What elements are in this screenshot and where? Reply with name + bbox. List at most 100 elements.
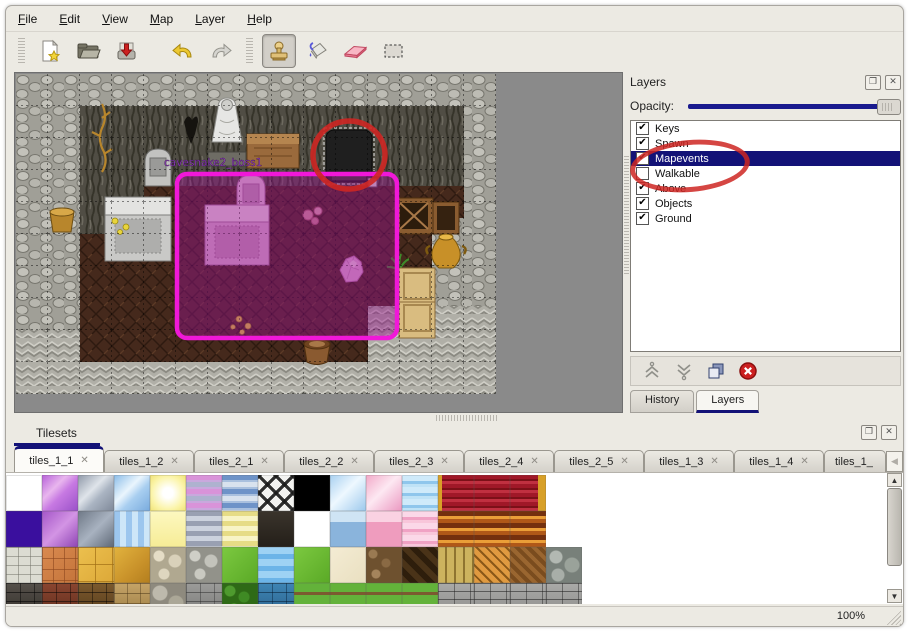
tab-close-icon[interactable]: ✕	[350, 456, 358, 467]
tab-close-icon[interactable]: ✕	[530, 456, 538, 467]
panel-close-icon[interactable]: ✕	[885, 75, 901, 90]
layer-row-above[interactable]: ✔Above	[631, 181, 900, 196]
tileset-tile[interactable]	[402, 511, 438, 547]
tileset-tile[interactable]	[366, 547, 402, 583]
tilesets-close-icon[interactable]: ✕	[881, 425, 897, 440]
tileset-tile[interactable]	[474, 475, 510, 511]
tileset-tile[interactable]	[474, 583, 510, 604]
tab-close-icon[interactable]: ✕	[800, 456, 808, 467]
delete-layer-button[interactable]	[737, 360, 759, 382]
tileset-tab-tiles_2_4[interactable]: tiles_2_4✕	[464, 450, 554, 472]
tileset-tab-tiles_2_1[interactable]: tiles_2_1✕	[194, 450, 284, 472]
tileset-tile[interactable]	[6, 583, 42, 604]
tileset-tab-tiles_1_1[interactable]: tiles_1_1✕	[14, 446, 104, 472]
layer-checkbox[interactable]	[636, 167, 649, 180]
tileset-tile[interactable]	[42, 547, 78, 583]
tileset-tile[interactable]	[258, 511, 294, 547]
tileset-tile[interactable]	[294, 475, 330, 511]
layer-checkbox[interactable]: ✔	[636, 137, 649, 150]
tileset-tile[interactable]	[330, 475, 366, 511]
layer-row-ground[interactable]: ✔Ground	[631, 211, 900, 226]
layer-checkbox[interactable]: ✔	[636, 182, 649, 195]
tileset-tile[interactable]	[294, 583, 330, 604]
tileset-tile[interactable]	[186, 475, 222, 511]
stamp-tool-button[interactable]	[262, 34, 296, 68]
scrollbar-thumb[interactable]	[887, 488, 902, 566]
tileset-tile[interactable]	[42, 583, 78, 604]
tileset-tile[interactable]	[114, 583, 150, 604]
tileset-tab-tiles_1_2[interactable]: tiles_1_2✕	[104, 450, 194, 472]
select-tool-button[interactable]	[378, 35, 410, 67]
layer-row-objects[interactable]: ✔Objects	[631, 196, 900, 211]
duplicate-layer-button[interactable]	[705, 360, 727, 382]
tileset-tile[interactable]	[474, 547, 510, 583]
tileset-tile[interactable]	[366, 475, 402, 511]
tileset-tile[interactable]	[330, 583, 366, 604]
tab-close-icon[interactable]: ✕	[710, 456, 718, 467]
menu-item-view[interactable]: View	[102, 12, 128, 26]
opacity-slider-handle[interactable]	[877, 99, 901, 115]
menu-item-edit[interactable]: Edit	[59, 12, 80, 26]
tileset-tile[interactable]	[42, 511, 78, 547]
layer-row-mapevents[interactable]: ✔Mapevents	[631, 151, 900, 166]
tab-scroll-right-icon[interactable]: ▶	[903, 451, 904, 472]
tab-close-icon[interactable]: ✕	[440, 456, 448, 467]
move-layer-down-button[interactable]	[673, 360, 695, 382]
tileset-tile[interactable]	[6, 475, 42, 511]
tab-close-icon[interactable]: ✕	[620, 456, 628, 467]
tileset-tile[interactable]	[510, 475, 546, 511]
tileset-tab-tiles_1_4[interactable]: tiles_1_4✕	[734, 450, 824, 472]
tileset-tile[interactable]	[402, 475, 438, 511]
tileset-tile[interactable]	[186, 547, 222, 583]
tileset-tile[interactable]	[366, 511, 402, 547]
tileset-tile[interactable]	[186, 583, 222, 604]
tileset-tile[interactable]	[438, 511, 474, 547]
tileset-tile[interactable]	[258, 583, 294, 604]
tileset-tile[interactable]	[78, 583, 114, 604]
tileset-tile[interactable]	[438, 583, 474, 604]
tileset-tile[interactable]	[78, 547, 114, 583]
tileset-tile[interactable]	[510, 547, 546, 583]
tileset-tab-tiles_1_[interactable]: tiles_1_	[824, 450, 886, 472]
redo-button[interactable]	[205, 35, 237, 67]
save-button[interactable]	[110, 35, 142, 67]
tileset-tile[interactable]	[150, 511, 186, 547]
tab-close-icon[interactable]: ✕	[80, 455, 88, 466]
tileset-tile[interactable]	[6, 547, 42, 583]
tileset-tile[interactable]	[42, 475, 78, 511]
tileset-tile[interactable]	[546, 547, 582, 583]
tileset-tile[interactable]	[510, 511, 546, 547]
tileset-tab-tiles_2_5[interactable]: tiles_2_5✕	[554, 450, 644, 472]
tileset-tile[interactable]	[474, 511, 510, 547]
tileset-tile[interactable]	[78, 475, 114, 511]
layer-checkbox[interactable]: ✔	[636, 197, 649, 210]
layer-row-keys[interactable]: ✔Keys	[631, 121, 900, 136]
tileset-tile[interactable]	[366, 583, 402, 604]
toolbar-grip-2[interactable]	[246, 38, 253, 64]
tileset-tile[interactable]	[150, 583, 186, 604]
layer-checkbox[interactable]: ✔	[636, 122, 649, 135]
map-selection-region[interactable]	[177, 174, 397, 338]
vertical-splitter[interactable]	[624, 156, 629, 276]
tileset-tile[interactable]	[402, 583, 438, 604]
toolbar-grip[interactable]	[18, 38, 25, 64]
tileset-tile[interactable]	[330, 547, 366, 583]
tileset-tile[interactable]	[222, 511, 258, 547]
tileset-tile[interactable]	[114, 475, 150, 511]
tileset-tile[interactable]	[294, 547, 330, 583]
map-canvas[interactable]: cavesnake2_boss1	[14, 72, 623, 413]
layer-checkbox[interactable]: ✔	[636, 152, 649, 165]
tileset-tab-tiles_1_3[interactable]: tiles_1_3✕	[644, 450, 734, 472]
undo-button[interactable]	[167, 35, 199, 67]
tileset-tile[interactable]	[258, 475, 294, 511]
tileset-tile[interactable]	[438, 547, 474, 583]
menu-item-help[interactable]: Help	[247, 12, 272, 26]
tileset-tile[interactable]	[6, 511, 42, 547]
fill-tool-button[interactable]	[302, 35, 334, 67]
tab-close-icon[interactable]: ✕	[170, 456, 178, 467]
tileset-tile[interactable]	[150, 547, 186, 583]
eraser-tool-button[interactable]	[340, 35, 372, 67]
layer-row-walkable[interactable]: Walkable	[631, 166, 900, 181]
tab-layers[interactable]: Layers	[696, 390, 759, 413]
tileset-tile[interactable]	[222, 475, 258, 511]
